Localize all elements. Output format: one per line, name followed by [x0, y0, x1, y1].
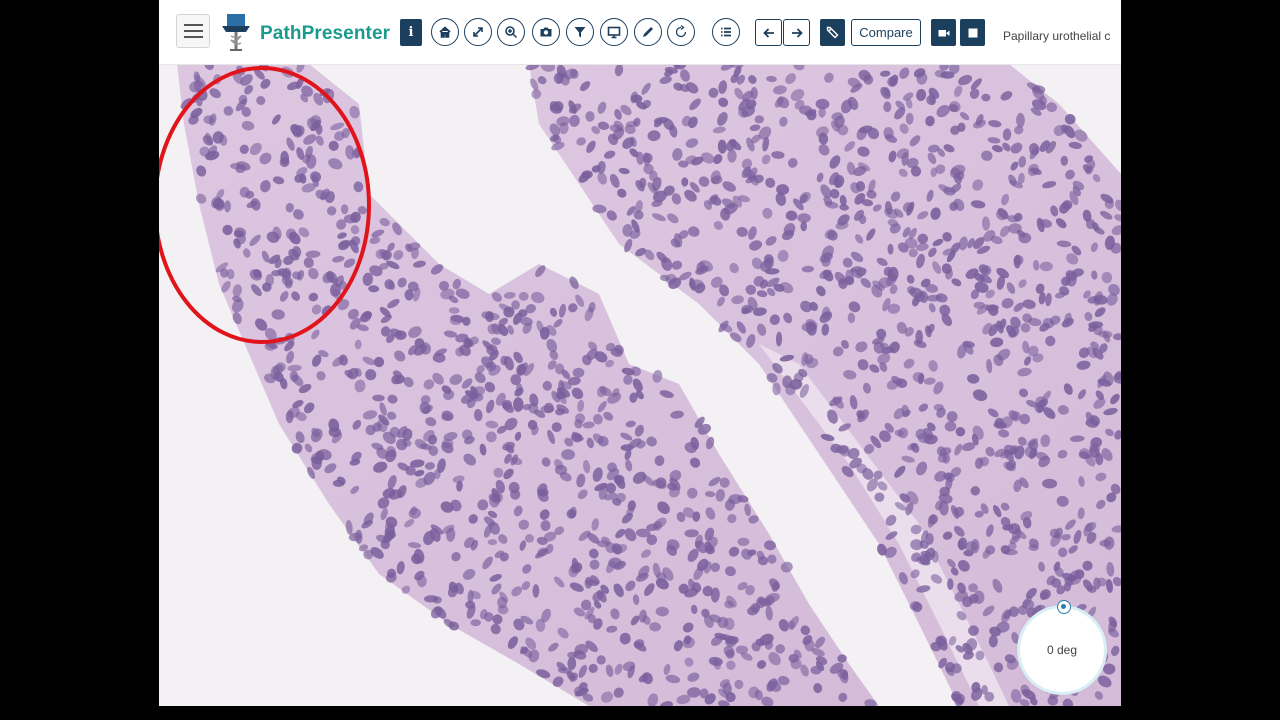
zoom-button[interactable] [497, 18, 525, 46]
video-camera-icon [938, 29, 949, 36]
cell-nucleus [470, 619, 481, 627]
pencil-icon [643, 27, 653, 37]
cell-nucleus [750, 87, 758, 100]
fit-screen-button[interactable] [464, 18, 492, 46]
tissue-image [159, 64, 1121, 706]
rotation-dial[interactable]: 0 deg [1020, 608, 1104, 692]
cell-nucleus [988, 635, 998, 648]
rotation-label: 0 deg [1046, 643, 1078, 657]
brand-name: PathPresenter [260, 23, 391, 44]
tag-icon [826, 26, 838, 38]
cell-nucleus [1018, 232, 1032, 244]
home-icon [439, 26, 451, 38]
slide-viewer[interactable] [159, 64, 1121, 706]
slide-title: Papillary urothelial c [1003, 29, 1111, 43]
cell-nucleus [858, 214, 867, 225]
tag-button[interactable] [820, 19, 845, 46]
cell-nucleus [1039, 261, 1053, 272]
rotate-icon [675, 25, 687, 38]
stop-button[interactable] [960, 19, 985, 46]
list-icon [721, 27, 731, 37]
arrow-left-icon [762, 27, 774, 38]
cell-nucleus [340, 204, 349, 215]
arrow-right-icon [791, 27, 803, 38]
cell-nucleus [487, 539, 498, 546]
cell-nucleus [532, 584, 540, 598]
info-button[interactable]: i [400, 19, 422, 46]
rotation-handle[interactable] [1057, 600, 1071, 614]
present-button[interactable] [600, 18, 628, 46]
cell-nucleus [836, 445, 849, 455]
cell-nucleus [332, 479, 345, 487]
record-video-button[interactable] [931, 19, 956, 46]
cell-nucleus [947, 578, 954, 590]
rotate-button[interactable] [667, 18, 695, 46]
annotate-button[interactable] [634, 18, 662, 46]
cell-nucleus [500, 355, 508, 366]
compare-button[interactable]: Compare [851, 19, 921, 46]
menu-button[interactable] [176, 14, 210, 48]
snapshot-button[interactable] [532, 18, 560, 46]
filter-icon [574, 27, 586, 38]
pathpresenter-app: PathPresenter i Compare Papillary urothe… [159, 0, 1121, 706]
pathpresenter-logo-icon [222, 14, 250, 51]
previous-slide-button[interactable] [755, 19, 782, 46]
cell-nucleus [883, 101, 892, 113]
top-toolbar: PathPresenter i Compare Papillary urothe… [159, 0, 1121, 65]
slide-list-button[interactable] [712, 18, 740, 46]
next-slide-button[interactable] [783, 19, 810, 46]
zoom-icon [505, 26, 518, 39]
camera-icon [540, 27, 552, 37]
cell-nucleus [1016, 112, 1025, 128]
home-button[interactable] [431, 18, 459, 46]
stop-icon [968, 28, 977, 37]
info-icon: i [408, 25, 414, 40]
monitor-icon [607, 26, 621, 39]
filter-button[interactable] [566, 18, 594, 46]
expand-icon [473, 27, 483, 37]
